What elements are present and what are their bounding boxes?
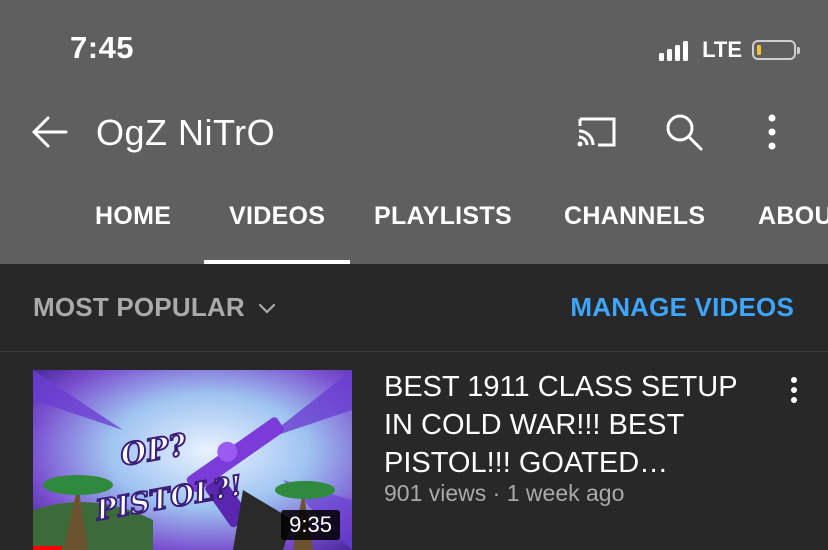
channel-tabs: HOME VIDEOS PLAYLISTS CHANNELS ABOUT: [0, 180, 828, 264]
sort-bar: MOST POPULAR MANAGE VIDEOS: [0, 264, 828, 352]
sort-dropdown[interactable]: MOST POPULAR: [33, 292, 279, 323]
manage-videos-button[interactable]: MANAGE VIDEOS: [570, 292, 794, 323]
status-time: 7:45: [70, 30, 135, 65]
video-title[interactable]: BEST 1911 CLASS SETUP IN COLD WAR!!! BES…: [384, 368, 768, 482]
battery-icon: [752, 40, 800, 60]
search-button[interactable]: [660, 108, 708, 156]
channel-header: 7:45 LTE OgZ NiTrO HOME VIDEOS PLAYLISTS…: [0, 0, 828, 264]
tab-videos[interactable]: VIDEOS: [229, 202, 325, 231]
video-duration: 9:35: [281, 510, 340, 540]
video-age: 1 week ago: [506, 480, 625, 506]
chevron-down-icon: [258, 303, 275, 313]
video-meta: 901 views · 1 week ago: [384, 480, 625, 506]
sort-label: MOST POPULAR: [33, 292, 245, 322]
cast-button[interactable]: [572, 108, 620, 156]
back-arrow-icon: [32, 116, 68, 148]
search-icon: [666, 114, 703, 151]
tab-channels[interactable]: CHANNELS: [564, 202, 705, 231]
more-vert-icon: [791, 377, 797, 403]
video-more-button[interactable]: [782, 372, 806, 412]
back-button[interactable]: [28, 110, 72, 154]
tab-home[interactable]: HOME: [95, 202, 171, 231]
signal-icon: [659, 39, 689, 61]
tab-about[interactable]: ABOUT: [758, 202, 828, 231]
video-views: 901 views: [384, 480, 487, 506]
tab-playlists[interactable]: PLAYLISTS: [374, 202, 512, 231]
cast-icon: [577, 117, 616, 147]
video-list-item[interactable]: OP? PISTOL?! 9:35 BEST 1911 CLASS SETUP …: [0, 352, 828, 550]
network-type: LTE: [702, 37, 742, 62]
channel-title: OgZ NiTrO: [96, 112, 276, 153]
more-options-button[interactable]: [748, 108, 796, 156]
video-thumbnail[interactable]: OP? PISTOL?! 9:35: [33, 370, 352, 550]
status-indicators: LTE: [659, 36, 800, 64]
more-vert-icon: [768, 114, 776, 150]
